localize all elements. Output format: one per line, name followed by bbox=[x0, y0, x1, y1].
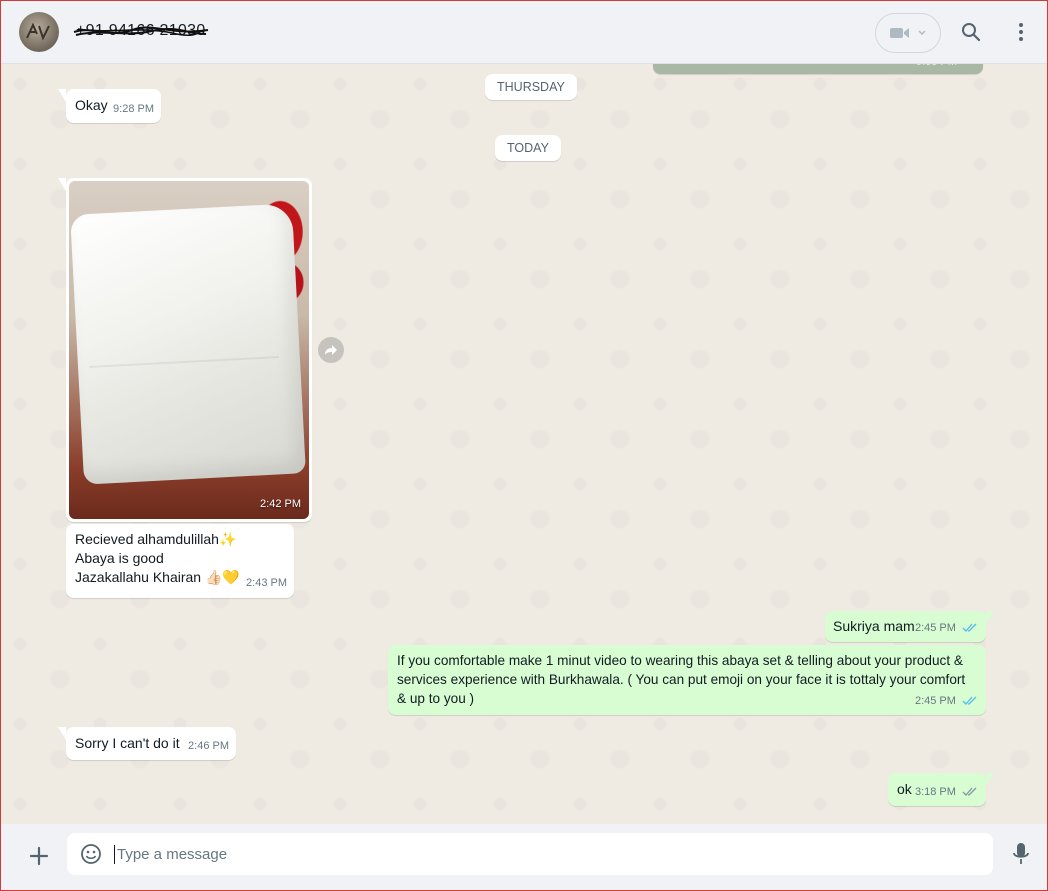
video-call-button[interactable] bbox=[875, 13, 941, 53]
chat-area[interactable]: 9:05 PM THURSDAY Okay 9:28 PM TODAY 2:42… bbox=[0, 64, 1048, 824]
message-time: 9:05 PM bbox=[916, 64, 957, 72]
message-request[interactable]: If you comfortable make 1 minut video to… bbox=[388, 645, 986, 715]
double-tick-icon bbox=[962, 787, 977, 797]
video-camera-icon bbox=[890, 28, 909, 38]
forward-button[interactable] bbox=[318, 337, 344, 363]
date-separator-today: TODAY bbox=[495, 135, 561, 161]
message-sorry[interactable]: Sorry I can't do it 2:46 PM bbox=[58, 727, 236, 760]
forward-icon bbox=[325, 345, 337, 355]
message-okay[interactable]: Okay 9:28 PM bbox=[58, 89, 161, 123]
message-text: Sorry I can't do it bbox=[75, 735, 180, 751]
message-status: 3:18 PM bbox=[915, 783, 978, 802]
partial-outgoing-message[interactable]: 9:05 PM bbox=[653, 64, 983, 74]
message-input-box[interactable] bbox=[67, 833, 993, 875]
message-time: 9:28 PM bbox=[113, 103, 154, 115]
message-photo[interactable]: 2:42 PM bbox=[58, 178, 312, 522]
message-text-line: Recieved alhamdulillah✨ bbox=[75, 531, 237, 547]
message-time: 2:45 PM bbox=[914, 622, 956, 634]
message-time: 2:42 PM bbox=[260, 498, 301, 510]
message-text: Okay bbox=[75, 97, 108, 113]
photo-content bbox=[70, 203, 306, 485]
message-time: 2:45 PM bbox=[914, 695, 956, 707]
menu-icon bbox=[1019, 23, 1023, 41]
message-text: If you comfortable make 1 minut video to… bbox=[397, 653, 966, 706]
contact-avatar[interactable] bbox=[19, 12, 59, 52]
contact-name[interactable]: +91 94166 21030 bbox=[76, 22, 206, 40]
avatar-logo-icon bbox=[26, 22, 50, 41]
message-received[interactable]: Recieved alhamdulillah✨ Abaya is good Ja… bbox=[66, 524, 294, 598]
attach-button[interactable] bbox=[27, 844, 51, 868]
emoji-sticker-button[interactable] bbox=[79, 842, 103, 866]
message-ok[interactable]: ok 3:18 PM bbox=[888, 773, 994, 806]
sticker-icon bbox=[81, 844, 101, 864]
search-icon bbox=[962, 23, 981, 42]
double-tick-icon bbox=[962, 623, 977, 633]
chevron-down-icon bbox=[918, 30, 926, 35]
text-caret bbox=[114, 845, 115, 864]
date-separator-thursday: THURSDAY bbox=[485, 74, 577, 100]
chat-header: +91 94166 21030 bbox=[0, 0, 1048, 64]
message-status: 2:45 PM bbox=[915, 692, 978, 711]
plus-icon bbox=[29, 846, 49, 866]
message-composer bbox=[0, 824, 1048, 891]
message-time: 2:43 PM bbox=[246, 577, 287, 589]
message-text-line: Abaya is good bbox=[75, 550, 164, 566]
message-time: 2:46 PM bbox=[188, 740, 229, 752]
message-input[interactable] bbox=[117, 833, 977, 875]
photo-abaya-package[interactable]: 2:42 PM bbox=[69, 181, 309, 519]
message-status: 2:45 PM bbox=[915, 619, 978, 638]
message-sukriya[interactable]: Sukriya mam 2:45 PM bbox=[825, 611, 994, 642]
search-button[interactable] bbox=[959, 20, 983, 44]
double-tick-icon bbox=[962, 696, 977, 706]
message-time: 3:18 PM bbox=[914, 786, 956, 798]
message-text: Sukriya mam bbox=[833, 618, 915, 634]
message-text: ok bbox=[897, 781, 912, 797]
microphone-icon bbox=[1013, 843, 1029, 864]
voice-message-button[interactable] bbox=[1009, 842, 1033, 866]
menu-button[interactable] bbox=[1009, 20, 1033, 44]
